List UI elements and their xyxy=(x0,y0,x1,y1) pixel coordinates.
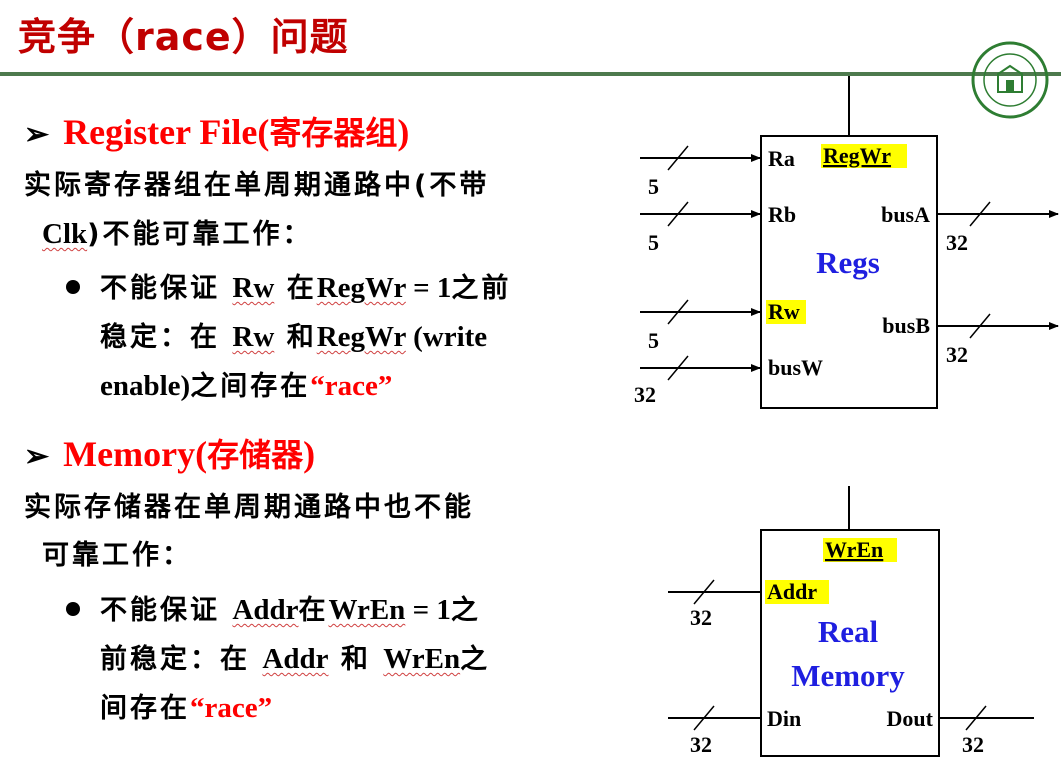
regs-block-name: Regs xyxy=(816,245,880,280)
din-width: 32 xyxy=(690,732,712,757)
busb-width: 32 xyxy=(946,342,968,367)
rb-width: 5 xyxy=(648,230,659,255)
memory-block-name-2: Memory xyxy=(791,658,905,693)
busa-width: 32 xyxy=(946,230,968,255)
memory-block-name-1: Real xyxy=(818,614,879,649)
ra-width: 5 xyxy=(648,174,659,199)
wren-label: WrEn xyxy=(825,537,883,562)
addr-width: 32 xyxy=(690,605,712,630)
rw-width: 5 xyxy=(648,328,659,353)
rw-label: Rw xyxy=(768,299,800,324)
din-label: Din xyxy=(767,706,801,731)
ra-label: Ra xyxy=(768,146,795,171)
busw-label: busW xyxy=(768,355,823,380)
circuit-diagram: RegWr Ra Rb Rw busW busA busB Regs 5 5 5… xyxy=(634,76,1059,757)
rb-label: Rb xyxy=(768,202,796,227)
regwr-label: RegWr xyxy=(823,143,891,168)
addr-label: Addr xyxy=(767,579,817,604)
busw-width: 32 xyxy=(634,382,656,407)
dout-label: Dout xyxy=(887,706,934,731)
dout-width: 32 xyxy=(962,732,984,757)
busb-label: busB xyxy=(882,313,930,338)
busa-label: busA xyxy=(881,202,930,227)
